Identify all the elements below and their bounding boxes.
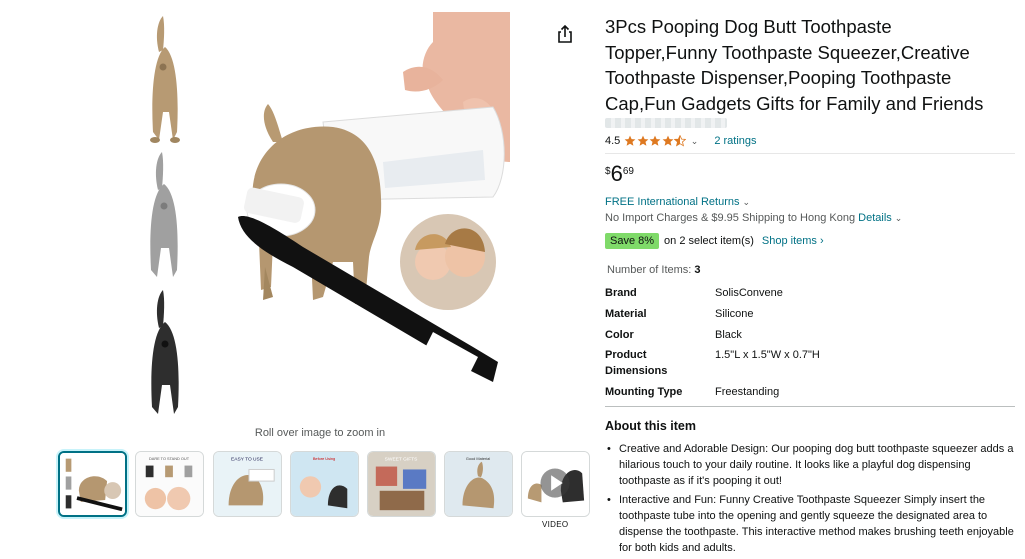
thumbnail-5-image: SWEET GIFTS <box>368 452 435 516</box>
price-whole: 6 <box>610 161 623 186</box>
main-product-image[interactable] <box>133 12 510 418</box>
star-icon <box>662 135 674 146</box>
thumbnail-2[interactable]: DARE TO STAND OUT <box>135 451 204 517</box>
ratings-count-link[interactable]: 2 ratings <box>714 135 756 147</box>
number-of-items-value: 3 <box>694 264 701 276</box>
spec-value-mounting: Freestanding <box>715 386 780 398</box>
savings-row: Save 8% on 2 select item(s) Shop items › <box>605 233 824 249</box>
spec-label-mounting: Mounting Type <box>605 386 683 398</box>
free-returns-link[interactable]: FREE International Returns ⌄ <box>605 196 750 208</box>
number-of-items-label: Number of Items: <box>607 264 692 276</box>
thumbnail-video[interactable] <box>521 451 590 517</box>
chevron-down-icon[interactable]: ⌄ <box>691 136 699 147</box>
thumbnail-4-image: Before Using <box>291 452 358 516</box>
shop-items-link[interactable]: Shop items › <box>762 235 824 247</box>
thumbnail-6[interactable]: Good Material <box>444 451 513 517</box>
chevron-down-icon: ⌄ <box>894 213 903 223</box>
star-icon <box>637 135 649 146</box>
zoom-hint: Roll over image to zoom in <box>254 427 386 439</box>
rating-row: 4.5 ⌄ 2 ratings <box>605 133 757 149</box>
shipping-details-link[interactable]: Details ⌄ <box>858 212 902 224</box>
spec-label-dimensions: Product Dimensions <box>605 349 668 377</box>
shipping-text: No Import Charges & $9.95 Shipping to Ho… <box>605 212 856 224</box>
about-title: About this item <box>605 419 696 433</box>
free-returns-label: FREE International Returns <box>605 196 740 208</box>
share-icon[interactable] <box>556 24 574 44</box>
thumbnail-6-image: Good Material <box>445 452 512 516</box>
star-icon <box>624 135 636 146</box>
save-badge: Save 8% <box>605 233 660 249</box>
thumbnail-video-image <box>522 452 589 516</box>
product-title: 3Pcs Pooping Dog Butt Toothpaste Topper,… <box>605 16 984 114</box>
details-label: Details <box>858 212 892 224</box>
save-text: on 2 select item(s) <box>664 235 754 247</box>
spec-label-material: Material <box>605 308 647 320</box>
thumbnail-3-image: EASY TO USE <box>214 452 281 516</box>
shipping-info: No Import Charges & $9.95 Shipping to Ho… <box>605 212 902 224</box>
product-photo <box>150 12 510 414</box>
thumbnail-3-caption: EASY TO USE <box>231 457 264 463</box>
star-rating[interactable] <box>624 135 687 147</box>
chevron-down-icon: ⌄ <box>742 197 751 207</box>
price: $ 6 69 <box>605 162 634 186</box>
tan-dog-butt <box>150 16 180 143</box>
black-dog-butt <box>151 290 179 414</box>
thumbnail-5[interactable]: SWEET GIFTS <box>367 451 436 517</box>
divider <box>605 406 1015 407</box>
thumbnail-1[interactable] <box>58 451 127 517</box>
thumbnail-2-caption: DARE TO STAND OUT <box>149 456 190 461</box>
about-bullet: Creative and Adorable Design: Our poopin… <box>605 441 1015 489</box>
gray-dog-butt <box>150 152 178 277</box>
price-fraction: 69 <box>622 166 634 177</box>
thumbnail-3[interactable]: EASY TO USE <box>213 451 282 517</box>
about-bullet: Interactive and Fun: Funny Creative Toot… <box>605 492 1015 556</box>
star-icon <box>649 135 661 146</box>
rating-value: 4.5 <box>605 135 621 147</box>
spec-label-color: Color <box>605 329 634 341</box>
spec-value-material: Silicone <box>715 308 754 320</box>
thumbnail-1-image <box>60 453 125 515</box>
brand-store-link[interactable] <box>605 118 727 128</box>
number-of-items: Number of Items: 3 <box>607 264 701 276</box>
thumbnail-4[interactable]: Before Using <box>290 451 359 517</box>
half-star-icon <box>674 135 687 147</box>
inset-family-photo <box>400 214 496 310</box>
about-bullets: Creative and Adorable Design: Our poopin… <box>605 441 1015 559</box>
spec-value-color: Black <box>715 329 742 341</box>
thumbnail-6-caption: Good Material <box>466 456 490 461</box>
spec-label-brand: Brand <box>605 287 637 299</box>
divider <box>605 153 1015 154</box>
thumbnail-5-caption: SWEET GIFTS <box>385 457 418 463</box>
video-label: VIDEO <box>542 520 569 529</box>
spec-value-dimensions: 1.5"L x 1.5"W x 0.7"H <box>715 349 820 361</box>
thumbnail-2-image: DARE TO STAND OUT <box>136 452 203 516</box>
spec-value-brand: SolisConvene <box>715 287 783 299</box>
thumbnail-4-caption: Before Using <box>313 456 335 461</box>
